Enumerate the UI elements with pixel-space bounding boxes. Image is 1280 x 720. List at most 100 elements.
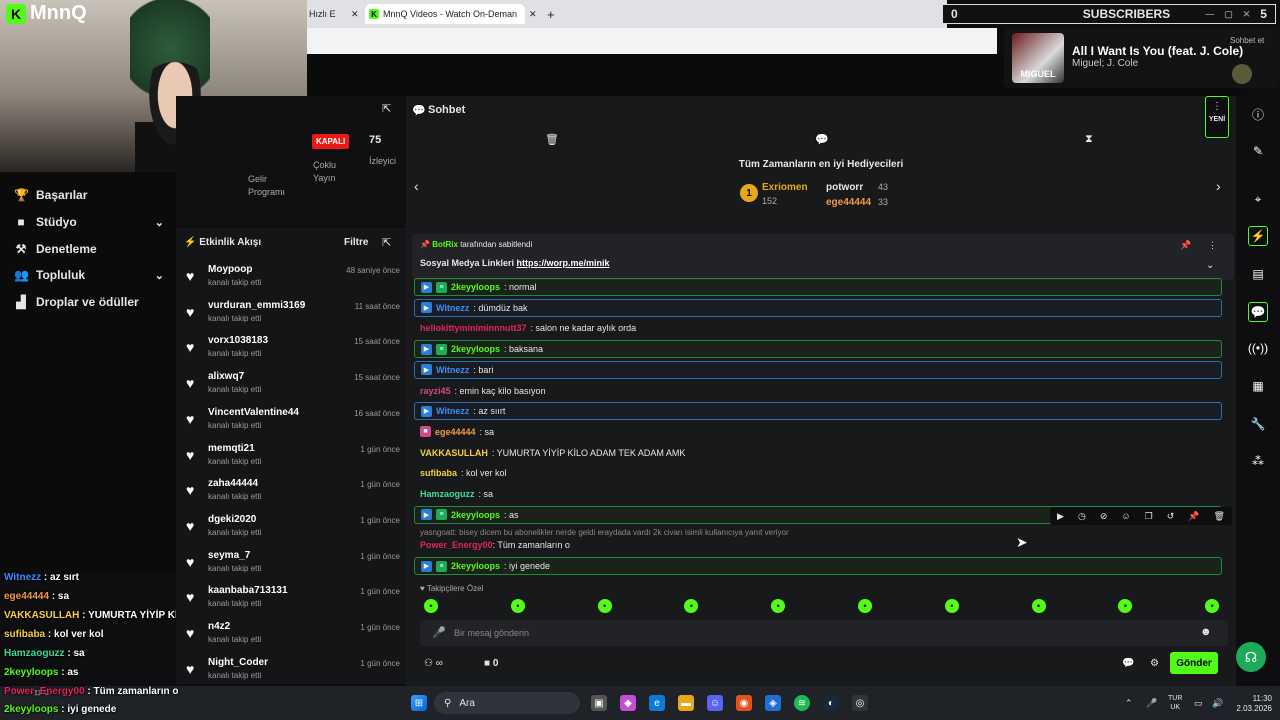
pin-icon[interactable]: 📌 <box>1188 511 1199 522</box>
chat-username[interactable]: ege44444 <box>435 427 476 437</box>
server-icon[interactable]: ▦ <box>1248 376 1268 396</box>
multistream-label[interactable]: Çoklu <box>313 160 336 170</box>
chevron-up-icon[interactable]: ⌃ <box>1125 698 1133 709</box>
activity-item[interactable]: ♥ Moypoop kanalı takip etti 48 saniye önce <box>186 262 400 296</box>
copilot-icon[interactable]: ◆ <box>620 695 636 711</box>
more-icon[interactable]: ⋮ <box>1208 240 1217 251</box>
emote-icon[interactable]: • <box>771 599 786 613</box>
emote-icon[interactable]: • <box>1118 599 1133 613</box>
emote-icon[interactable]: • <box>684 599 699 613</box>
play-icon[interactable]: ▶ <box>1057 511 1064 522</box>
gear-icon[interactable]: ⚙ <box>1150 658 1159 669</box>
wrench-icon[interactable]: 🔧 <box>1248 414 1268 434</box>
emoji-icon[interactable]: ☻ <box>1200 626 1212 638</box>
chat-username[interactable]: sufibaba <box>420 468 457 478</box>
popout-icon[interactable]: ⇱ <box>382 236 391 249</box>
chat-message[interactable]: ▶ ≡ 2keyyloops: normal <box>414 278 1222 296</box>
copy-icon[interactable]: ❐ <box>1145 511 1153 522</box>
nav-denetleme[interactable]: ⚒ Denetleme <box>14 242 164 256</box>
emote-icon[interactable]: • <box>597 599 612 613</box>
taskview-icon[interactable]: ▣ <box>591 695 607 711</box>
nav-topluluk[interactable]: 👥 Topluluk ⌄ <box>14 268 164 282</box>
income-label[interactable]: Gelir <box>248 174 267 184</box>
hourglass-icon[interactable]: ⧗ <box>1085 133 1093 146</box>
emote-icon[interactable]: • <box>1031 599 1046 613</box>
chevron-down-icon[interactable]: ⌄ <box>1206 260 1214 271</box>
activity-item[interactable]: ♥ vurduran_emmi3169 kanalı takip etti 11 sa… <box>186 298 400 332</box>
nav-droplar[interactable]: ▟ Droplar ve ödüller <box>14 295 164 309</box>
activity-item[interactable]: ♥ kaanbaba713131 kanalı takip etti 1 gün ön… <box>186 583 400 617</box>
chat-username[interactable]: rayzi45 <box>420 386 451 396</box>
chat-input[interactable]: 🎤 Bir mesaj gönderin ☻ <box>420 620 1228 646</box>
chat-message[interactable]: VAKKASULLAH: YUMURTA YİYİP KİLO ADAM TEK… <box>414 444 1222 462</box>
emote-icon[interactable]: • <box>1205 599 1220 613</box>
chat-icon[interactable]: 💬 <box>1248 302 1268 322</box>
send-button[interactable]: Gönder <box>1170 652 1218 674</box>
activity-item[interactable]: ♥ n4z2 kanalı takip etti 1 gün önce <box>186 619 400 653</box>
popout-icon[interactable]: ⇱ <box>382 102 391 115</box>
emote-icon[interactable]: • <box>944 599 959 613</box>
trash-icon[interactable]: 🗑 <box>1213 511 1224 522</box>
firefox-icon[interactable]: ◉ <box>736 695 752 711</box>
chat-username[interactable]: 2keyyloops <box>451 282 500 292</box>
multistream-label-2[interactable]: Yayın <box>313 173 335 183</box>
close-icon[interactable]: ✕ <box>529 4 537 24</box>
discord-icon[interactable]: ☺ <box>707 695 723 711</box>
activity-item[interactable]: ♥ seyma_7 kanalı takip etti 1 gün önce <box>186 548 400 582</box>
share-icon[interactable]: ⁂ <box>1248 451 1268 471</box>
emoji-icon[interactable]: ☺ <box>1121 511 1130 521</box>
activity-item[interactable]: ♥ dgeki2020 kanalı takip etti 1 gün önce <box>186 512 400 546</box>
info-icon[interactable]: ⓘ <box>1248 104 1268 124</box>
activity-item[interactable]: ♥ Night_Coder kanalı takip etti 1 gün önce <box>186 655 400 689</box>
clock[interactable]: 11:30 2.03.2026 <box>1228 694 1272 714</box>
target-icon[interactable]: ⌖ <box>1248 189 1268 209</box>
folder-icon[interactable]: ▬ <box>678 695 694 711</box>
chat-message[interactable]: ▶ ≡ 2keyyloops: baksana <box>414 340 1222 359</box>
filter-button[interactable]: Filtre <box>344 237 368 248</box>
maximize-icon[interactable]: ▢ <box>1224 9 1233 20</box>
new-toggle[interactable]: ⋮ YENİ <box>1205 96 1229 138</box>
emote-icon[interactable]: • <box>858 599 872 613</box>
activity-item[interactable]: ♥ alixwq7 kanalı takip etti 15 saat önce <box>186 369 400 403</box>
mic-icon[interactable]: 🎤 <box>1146 698 1157 709</box>
chat-username[interactable]: 2keyyloops <box>451 344 500 354</box>
chat-username[interactable]: 2keyyloops <box>451 510 500 520</box>
chat-message[interactable]: ▶ Witnezz: az sıırt <box>414 402 1222 421</box>
chat-username[interactable]: hellokittyminiminnnutt37 <box>420 323 527 333</box>
chat-username[interactable]: Witnezz <box>436 406 469 416</box>
nav-basarilar[interactable]: 🏆 Başarılar <box>14 188 164 202</box>
chat-message[interactable]: ■ ege44444: sa <box>414 423 1222 441</box>
chat-message[interactable]: Hamzaoguzz: sa <box>414 485 1222 503</box>
activity-item[interactable]: ♥ VincentValentine44 kanalı takip etti 16 s… <box>186 405 400 439</box>
trash-icon[interactable]: 🗑 <box>545 133 559 146</box>
new-tab-button[interactable]: + <box>547 4 555 24</box>
activity-item[interactable]: ♥ zaha44444 kanalı takip etti 1 gün önce <box>186 476 400 510</box>
document-icon[interactable]: ▤ <box>1248 264 1268 284</box>
chat-username[interactable]: Witnezz <box>436 365 469 375</box>
tab-active[interactable]: K MnnQ Videos - Watch On-Deman <box>365 4 525 24</box>
income-label-2[interactable]: Programı <box>248 187 285 197</box>
chat-username[interactable]: VAKKASULLAH <box>420 448 488 458</box>
activity-item[interactable]: ♥ vorx1038183 kanalı takip etti 15 saat önc… <box>186 333 400 367</box>
chevron-right-icon[interactable]: › <box>1216 178 1221 194</box>
chat-icon[interactable]: 💬 <box>1122 658 1134 669</box>
chat-message[interactable]: ▶ Witnezz: bari <box>414 360 1222 379</box>
broadcast-icon[interactable]: ((•)) <box>1248 338 1268 358</box>
chat-username[interactable]: Witnezz <box>436 303 469 313</box>
pinned-link[interactable]: https://worp.me/minik <box>517 258 610 268</box>
tab-partial[interactable]: Hızlı E <box>309 4 349 24</box>
pin-icon[interactable]: 📌 <box>1180 240 1191 251</box>
app-icon[interactable]: ◈ <box>765 695 781 711</box>
windows-start-icon[interactable]: ⊞ <box>411 695 427 711</box>
clock-icon[interactable]: ◷ <box>1078 511 1086 522</box>
emote-icon[interactable]: • <box>424 599 438 613</box>
chat-message[interactable]: ▶ Witnezz: dümdüz bak <box>414 298 1222 317</box>
steam-icon[interactable]: ◐ <box>823 695 839 711</box>
mic-icon[interactable]: 🎤 <box>432 626 446 639</box>
obs-icon[interactable]: ◎ <box>852 695 868 711</box>
language-indicator[interactable]: TUR UK <box>1168 694 1182 712</box>
volume-icon[interactable]: 🔊 <box>1212 698 1223 709</box>
users-icon[interactable]: ⚇ ∞ <box>424 658 443 669</box>
undo-icon[interactable]: ↺ <box>1167 511 1175 522</box>
spotify-icon[interactable]: ≋ <box>794 695 810 711</box>
